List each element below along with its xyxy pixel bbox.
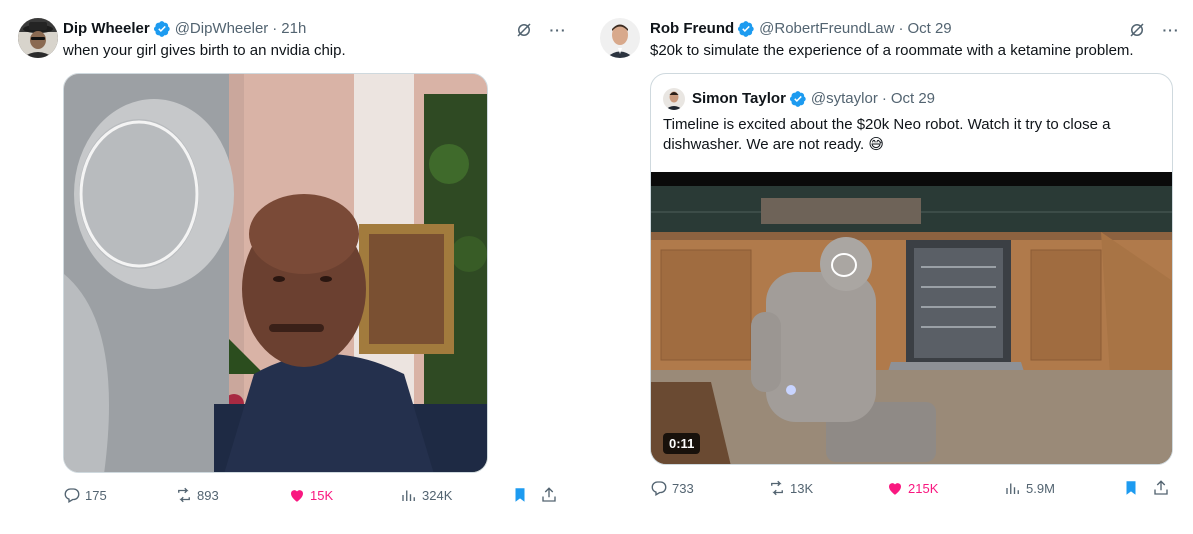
quote-avatar-image: [663, 88, 685, 110]
avatar[interactable]: [600, 18, 640, 58]
separator-dot: ·: [272, 20, 278, 37]
quote-header: Simon Taylor @sytaylor · Oct 29: [692, 89, 935, 109]
tweet-card[interactable]: Rob Freund @RobertFreundLaw · Oct 29 $20…: [590, 0, 1193, 534]
video-duration-badge: 0:11: [663, 433, 701, 454]
views-icon: [1006, 483, 1019, 494]
repost-button[interactable]: 893: [175, 486, 219, 504]
separator-dot: ·: [898, 20, 904, 37]
like-button[interactable]: 215K: [886, 479, 938, 497]
bookmark-icon: [515, 488, 525, 502]
repost-icon: [178, 487, 190, 503]
tweet-text: $20k to simulate the experience of a roo…: [650, 42, 1134, 59]
author-handle[interactable]: @DipWheeler: [175, 19, 269, 39]
repost-count: 893: [197, 487, 219, 503]
more-options-icon[interactable]: ···: [1161, 20, 1181, 40]
avatar[interactable]: [18, 18, 58, 58]
quote-video[interactable]: 0:11: [651, 172, 1172, 464]
verified-badge-icon: [738, 21, 754, 37]
grok-icon[interactable]: [1127, 20, 1147, 40]
quote-text-line-1: Timeline is excited about the $20k Neo r…: [663, 116, 1111, 133]
like-count: 215K: [908, 480, 939, 496]
bookmark-icon: [1126, 481, 1136, 495]
quote-author-handle[interactable]: @sytaylor: [811, 89, 878, 109]
repost-icon: [771, 480, 783, 496]
heart-icon: [291, 490, 303, 502]
quote-text: dishwasher. We are not ready.: [663, 136, 865, 153]
views-count: 5.9M: [1026, 480, 1055, 496]
sweat-smile-emoji: 😅: [868, 136, 885, 153]
tweet-header: Dip Wheeler @DipWheeler · 21h: [63, 19, 306, 39]
reply-count: 733: [672, 480, 694, 496]
quote-tweet-card[interactable]: Simon Taylor @sytaylor · Oct 29 Timeline…: [650, 73, 1173, 465]
reply-icon: [64, 488, 80, 503]
separator-dot: ·: [881, 90, 887, 107]
author-name[interactable]: Rob Freund: [650, 19, 734, 39]
quote-avatar[interactable]: [663, 88, 685, 110]
action-bar: 175 893 15K 324K: [63, 486, 563, 506]
tweet-card[interactable]: Dip Wheeler @DipWheeler · 21h when your …: [0, 0, 580, 534]
heart-icon: [889, 483, 901, 495]
share-button[interactable]: [540, 486, 558, 504]
more-options-icon[interactable]: ···: [548, 20, 568, 40]
author-name[interactable]: Dip Wheeler: [63, 19, 150, 39]
tweet-image[interactable]: [63, 73, 488, 473]
verified-badge-icon: [153, 21, 170, 37]
robot-dishwasher-video: [651, 172, 1172, 464]
reply-icon: [651, 481, 667, 496]
tweet-top-actions: ···: [1127, 20, 1181, 40]
avatar-image: [600, 18, 640, 58]
grok-icon[interactable]: [514, 20, 534, 40]
share-icon: [542, 487, 556, 502]
reply-count: 175: [85, 487, 107, 503]
quote-author-name[interactable]: Simon Taylor: [692, 89, 786, 109]
views-icon: [402, 490, 415, 501]
quote-text-line-2: dishwasher. We are not ready. 😅: [663, 135, 884, 155]
quote-timestamp[interactable]: Oct 29: [891, 89, 935, 109]
views-button[interactable]: 5.9M: [1004, 479, 1055, 497]
timestamp[interactable]: Oct 29: [907, 19, 951, 39]
repost-button[interactable]: 13K: [768, 479, 813, 497]
verified-badge-icon: [789, 91, 806, 107]
tweet-top-actions: ···: [514, 20, 568, 40]
timestamp[interactable]: 21h: [281, 19, 306, 39]
bookmark-button[interactable]: [511, 486, 529, 504]
avatar-image: [18, 18, 58, 58]
reply-button[interactable]: 175: [63, 486, 107, 504]
repost-count: 13K: [790, 480, 814, 496]
reply-button[interactable]: 733: [650, 479, 694, 497]
share-icon: [1154, 480, 1168, 495]
tweet-header: Rob Freund @RobertFreundLaw · Oct 29: [650, 19, 952, 39]
robot-man-photo: [64, 74, 487, 472]
share-button[interactable]: [1152, 479, 1170, 497]
like-count: 15K: [310, 487, 334, 503]
action-bar: 733 13K 215K 5.9M: [650, 479, 1173, 499]
tweet-text: when your girl gives birth to an nvidia …: [63, 42, 346, 59]
views-count: 324K: [422, 487, 453, 503]
like-button[interactable]: 15K: [288, 486, 333, 504]
views-button[interactable]: 324K: [400, 486, 452, 504]
bookmark-button[interactable]: [1122, 479, 1140, 497]
author-handle[interactable]: @RobertFreundLaw: [759, 19, 894, 39]
